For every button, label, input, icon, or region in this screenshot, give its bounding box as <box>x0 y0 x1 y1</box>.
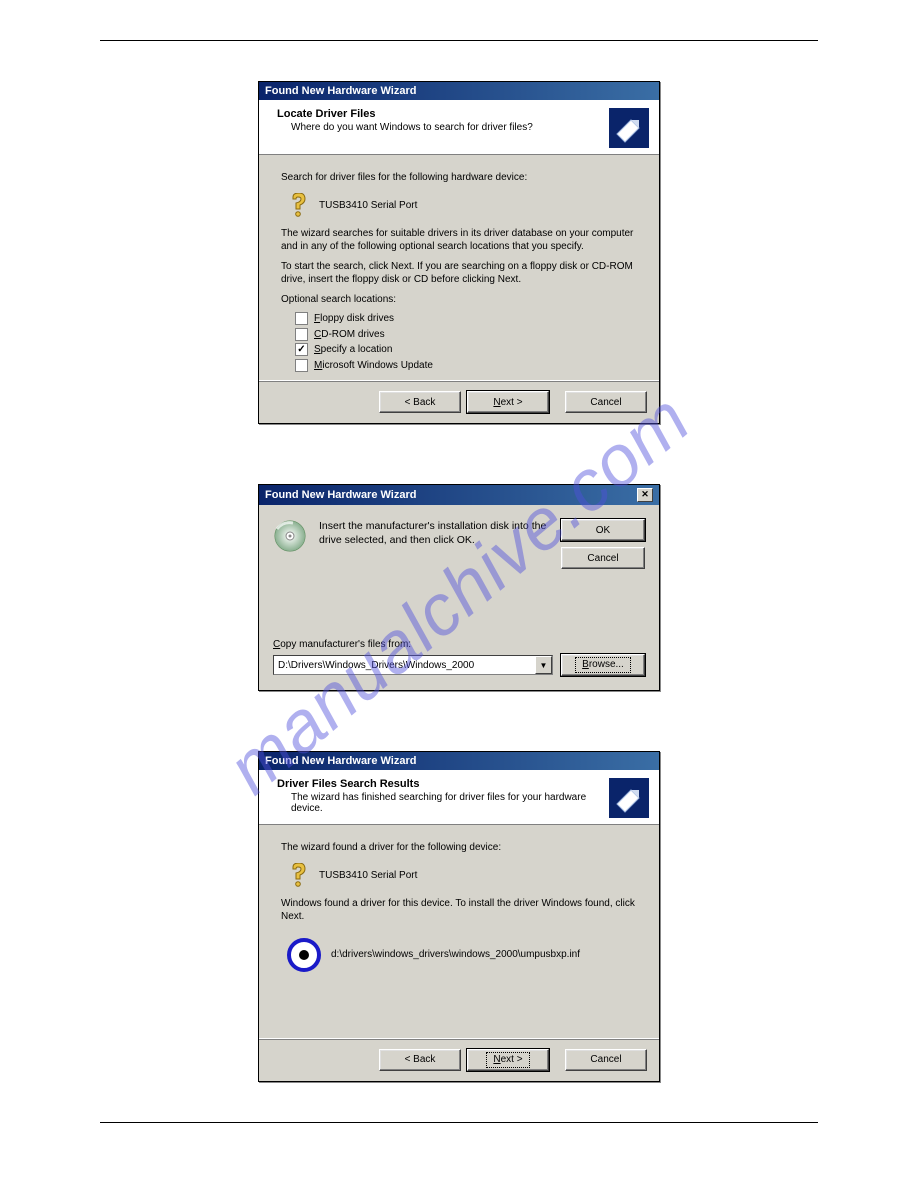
back-button[interactable]: < Back <box>379 391 461 413</box>
top-rule <box>100 40 818 41</box>
disk-icon <box>273 519 307 553</box>
dialog-search-results: Found New Hardware Wizard Driver Files S… <box>258 751 660 1082</box>
titlebar: Found New Hardware Wizard <box>259 82 659 100</box>
options-label: Optional search locations: <box>281 293 637 307</box>
option-floppy[interactable]: Floppy disk drives <box>295 312 637 326</box>
found-prompt: The wizard found a driver for the follow… <box>281 841 637 855</box>
dialog-header: Locate Driver Files Where do you want Wi… <box>259 100 659 155</box>
header-subtitle: The wizard has finished searching for dr… <box>291 792 609 814</box>
insert-disk-message: Insert the manufacturer's installation d… <box>319 519 549 547</box>
cancel-button[interactable]: Cancel <box>565 391 647 413</box>
path-value: D:\Drivers\Windows_Drivers\Windows_2000 <box>278 660 474 671</box>
checkbox[interactable] <box>295 359 308 372</box>
copy-from-label: Copy manufacturer's files from: <box>273 639 645 650</box>
title-text: Found New Hardware Wizard <box>265 85 416 97</box>
cancel-button[interactable]: Cancel <box>561 547 645 569</box>
back-button[interactable]: < Back <box>379 1049 461 1071</box>
title-text: Found New Hardware Wizard <box>265 489 416 501</box>
path-combo[interactable]: D:\Drivers\Windows_Drivers\Windows_2000 … <box>273 655 553 675</box>
device-name: TUSB3410 Serial Port <box>319 199 417 213</box>
ok-button[interactable]: OK <box>561 519 645 541</box>
dropdown-arrow-icon[interactable]: ▼ <box>535 656 552 674</box>
wizard-icon <box>609 778 649 818</box>
inf-file-icon <box>287 938 321 972</box>
option-cdrom[interactable]: CD-ROM drives <box>295 328 637 342</box>
dialog-locate-driver-files: Found New Hardware Wizard Locate Driver … <box>258 81 660 424</box>
close-button[interactable]: ✕ <box>637 488 653 502</box>
wizard-desc-2: To start the search, click Next. If you … <box>281 260 637 287</box>
option-windows-update[interactable]: Microsoft Windows Update <box>295 359 637 373</box>
titlebar: Found New Hardware Wizard <box>259 752 659 770</box>
wizard-icon <box>609 108 649 148</box>
header-title: Locate Driver Files <box>277 108 375 120</box>
question-icon <box>287 193 309 219</box>
wizard-desc-1: The wizard searches for suitable drivers… <box>281 227 637 254</box>
options-group: Floppy disk drives CD-ROM drives Specify… <box>295 312 637 372</box>
next-button[interactable]: Next > <box>467 1049 549 1071</box>
checkbox[interactable] <box>295 343 308 356</box>
inf-path: d:\drivers\windows_drivers\windows_2000\… <box>331 948 580 962</box>
header-subtitle: Where do you want Windows to search for … <box>291 122 533 133</box>
dialog-header: Driver Files Search Results The wizard h… <box>259 770 659 825</box>
header-title: Driver Files Search Results <box>277 778 419 790</box>
titlebar: Found New Hardware Wizard ✕ <box>259 485 659 505</box>
option-specify-location[interactable]: Specify a location <box>295 343 637 357</box>
checkbox[interactable] <box>295 328 308 341</box>
title-text: Found New Hardware Wizard <box>265 755 416 767</box>
found-desc: Windows found a driver for this device. … <box>281 897 637 924</box>
bottom-rule <box>100 1122 818 1123</box>
browse-button[interactable]: Browse... <box>561 654 645 676</box>
search-prompt: Search for driver files for the followin… <box>281 171 637 185</box>
next-button[interactable]: Next > <box>467 391 549 413</box>
cancel-button[interactable]: Cancel <box>565 1049 647 1071</box>
question-icon <box>287 863 309 889</box>
checkbox[interactable] <box>295 312 308 325</box>
dialog-insert-disk: Found New Hardware Wizard ✕ <box>258 484 660 691</box>
device-name: TUSB3410 Serial Port <box>319 869 417 883</box>
